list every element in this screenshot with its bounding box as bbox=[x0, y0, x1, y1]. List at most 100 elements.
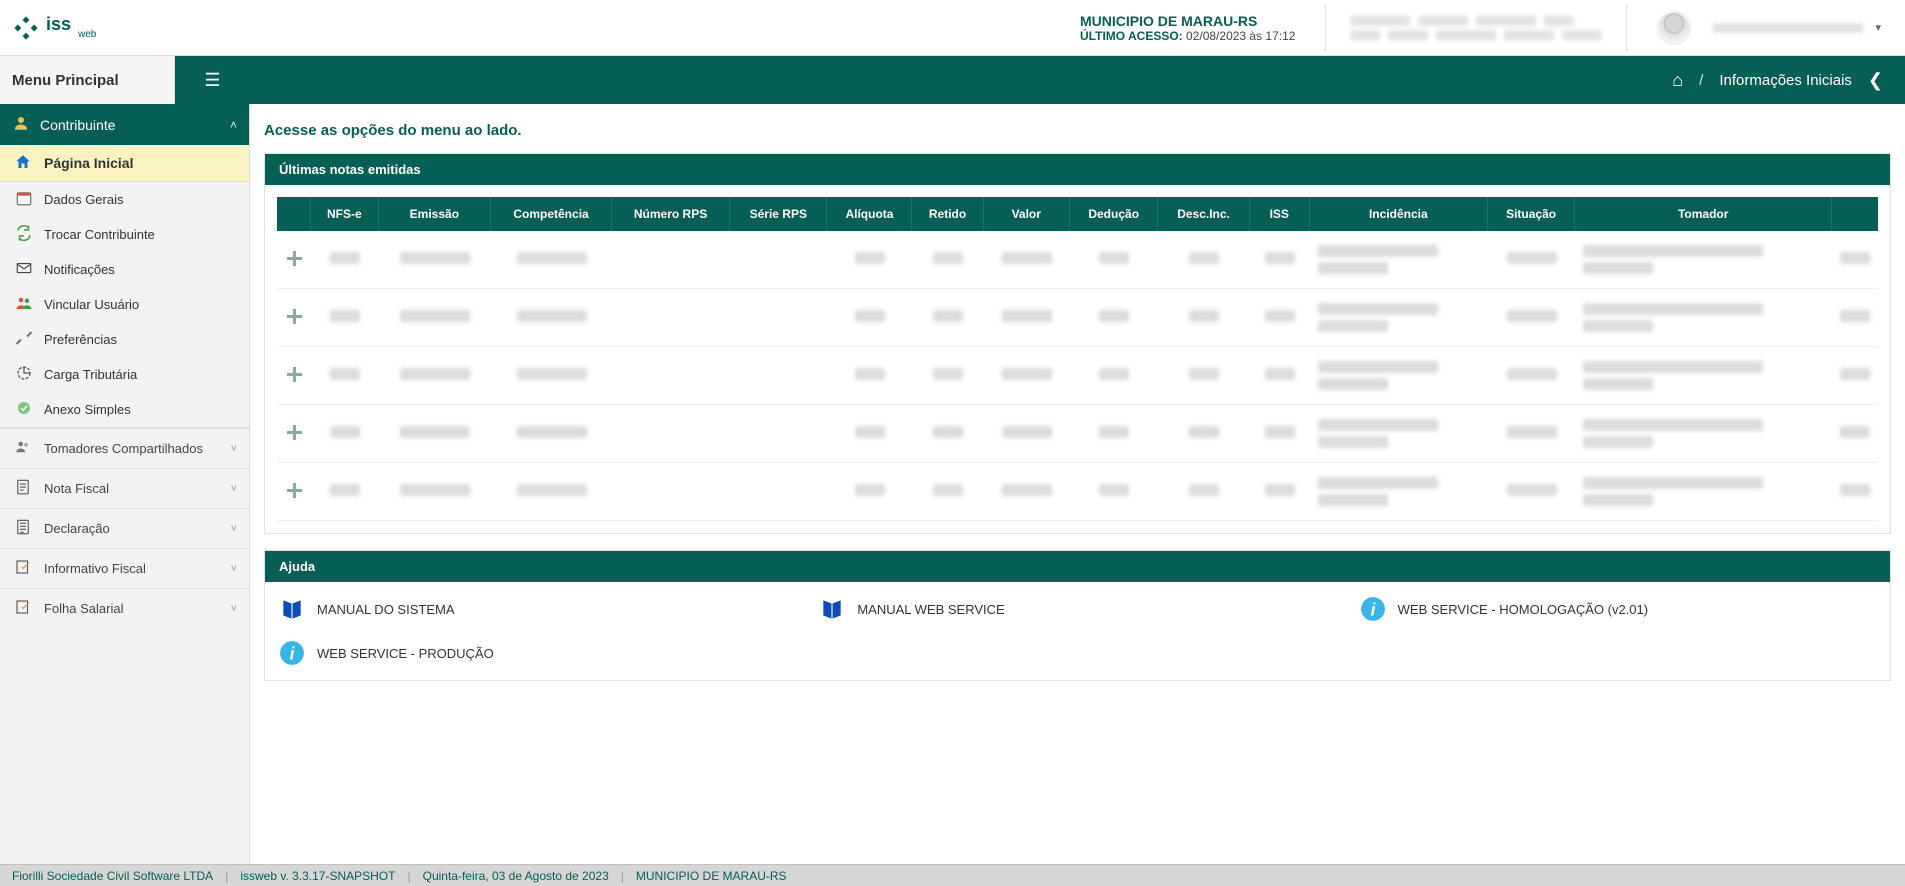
redacted-cell bbox=[1507, 252, 1557, 264]
last-access-value: 02/08/2023 às 17:12 bbox=[1186, 29, 1295, 43]
sidebar-item-vincular-usuario[interactable]: Vincular Usuário bbox=[0, 287, 249, 322]
expand-icon[interactable] bbox=[285, 481, 303, 499]
hamburger-icon: ☰ bbox=[204, 70, 220, 91]
table-cell bbox=[311, 405, 379, 463]
sidebar-section-nota-fiscal[interactable]: Nota Fiscal ˅ bbox=[0, 468, 249, 508]
footer-municipio: MUNICIPIO DE MARAU-RS bbox=[636, 869, 787, 883]
sidebar: Contribuinte ˄ Página Inicial Dados Gera… bbox=[0, 104, 250, 864]
table-cell bbox=[1832, 405, 1878, 463]
redacted-cell bbox=[1002, 484, 1052, 496]
sidebar-item-label: Vincular Usuário bbox=[44, 297, 139, 312]
chevron-down-icon: ˅ bbox=[231, 563, 237, 575]
table-cell bbox=[1832, 347, 1878, 405]
help-link[interactable]: iWEB SERVICE - PRODUÇÃO bbox=[277, 638, 797, 668]
main-content: Acesse as opções do menu ao lado. Última… bbox=[250, 104, 1905, 864]
sidebar-item-carga-tributaria[interactable]: Carga Tributária bbox=[0, 357, 249, 392]
redacted-username bbox=[1699, 8, 1859, 48]
sidebar-section-tomadores[interactable]: Tomadores Compartilhados ˅ bbox=[0, 428, 249, 468]
redacted-cell bbox=[1265, 426, 1295, 438]
list-icon bbox=[12, 518, 34, 539]
table-row[interactable] bbox=[277, 405, 1878, 463]
sidebar-item-dados-gerais[interactable]: Dados Gerais bbox=[0, 182, 249, 217]
redacted-cell bbox=[933, 310, 963, 322]
table-cell bbox=[827, 347, 912, 405]
person-icon bbox=[12, 114, 30, 135]
table-header: Desc.Inc. bbox=[1158, 197, 1249, 231]
sidebar-item-anexo-simples[interactable]: Anexo Simples bbox=[0, 392, 249, 428]
redacted-cell bbox=[1189, 426, 1219, 438]
user-menu[interactable]: ▾ bbox=[1647, 8, 1893, 48]
table-row[interactable] bbox=[277, 463, 1878, 521]
redacted-cell bbox=[933, 368, 963, 380]
table-cell bbox=[1310, 347, 1488, 405]
table-row[interactable] bbox=[277, 231, 1878, 289]
table-cell bbox=[1158, 463, 1249, 521]
chevron-left-icon[interactable]: ❮ bbox=[1868, 70, 1883, 91]
table-cell bbox=[912, 463, 983, 521]
expand-icon[interactable] bbox=[285, 365, 303, 383]
panel-title: Últimas notas emitidas bbox=[265, 154, 1890, 185]
redacted-cell bbox=[400, 426, 470, 438]
table-cell bbox=[1310, 231, 1488, 289]
chevron-up-icon: ˄ bbox=[230, 118, 237, 132]
table-cell bbox=[612, 405, 730, 463]
table-cell bbox=[612, 347, 730, 405]
table-cell bbox=[1310, 289, 1488, 347]
expand-icon[interactable] bbox=[285, 249, 303, 267]
sidebar-item-label: Notificações bbox=[44, 262, 115, 277]
redacted-cell bbox=[855, 368, 885, 380]
last-access: ÚLTIMO ACESSO: 02/08/2023 às 17:12 bbox=[1080, 29, 1295, 43]
expand-icon[interactable] bbox=[285, 423, 303, 441]
table-header: Número RPS bbox=[612, 197, 730, 231]
table-cell bbox=[1158, 405, 1249, 463]
sidebar-section-folha-salarial[interactable]: Folha Salarial ˅ bbox=[0, 588, 249, 628]
sidebar-item-trocar-contribuinte[interactable]: Trocar Contribuinte bbox=[0, 217, 249, 252]
footer-separator: | bbox=[621, 869, 624, 883]
sidebar-item-pagina-inicial[interactable]: Página Inicial bbox=[0, 145, 249, 182]
sidebar-section-informativo-fiscal[interactable]: Informativo Fiscal ˅ bbox=[0, 548, 249, 588]
redacted-cell bbox=[330, 426, 360, 438]
redacted-cell bbox=[1189, 484, 1219, 496]
table-row[interactable] bbox=[277, 289, 1878, 347]
group-icon bbox=[12, 438, 34, 459]
info-icon: i bbox=[277, 638, 307, 668]
expand-icon[interactable] bbox=[285, 307, 303, 325]
help-link[interactable]: iWEB SERVICE - HOMOLOGAÇÃO (v2.01) bbox=[1358, 594, 1878, 624]
sidebar-section-contribuinte[interactable]: Contribuinte ˄ bbox=[0, 104, 249, 145]
table-row[interactable] bbox=[277, 347, 1878, 405]
table-header: Dedução bbox=[1070, 197, 1159, 231]
table-header bbox=[277, 197, 311, 231]
home-icon bbox=[14, 153, 32, 174]
sidebar-item-label: Dados Gerais bbox=[44, 192, 123, 207]
vertical-separator bbox=[1626, 5, 1627, 51]
logo: iss web bbox=[12, 14, 96, 42]
sidebar-item-notificacoes[interactable]: Notificações bbox=[0, 252, 249, 287]
help-link[interactable]: MANUAL WEB SERVICE bbox=[817, 594, 1337, 624]
table-cell bbox=[1488, 347, 1576, 405]
redacted-cell bbox=[1318, 477, 1480, 506]
chevron-down-icon: ▾ bbox=[1875, 21, 1881, 34]
top-header: iss web MUNICIPIO DE MARAU-RS ÚLTIMO ACE… bbox=[0, 0, 1905, 56]
menu-toggle-button[interactable]: ☰ bbox=[175, 56, 250, 104]
sidebar-section-label: Nota Fiscal bbox=[44, 481, 109, 496]
redacted-cell bbox=[1507, 426, 1557, 438]
table-cell bbox=[1250, 463, 1310, 521]
sidebar-item-preferencias[interactable]: Preferências bbox=[0, 322, 249, 357]
table-cell bbox=[1250, 231, 1310, 289]
redacted-cell bbox=[517, 310, 587, 322]
sidebar-section-declaracao[interactable]: Declaração ˅ bbox=[0, 508, 249, 548]
logo-title: iss bbox=[46, 14, 71, 34]
sidebar-item-label: Carga Tributária bbox=[44, 367, 137, 382]
table-cell bbox=[1158, 347, 1249, 405]
home-icon[interactable]: ⌂ bbox=[1672, 70, 1683, 91]
sidebar-item-label: Preferências bbox=[44, 332, 117, 347]
help-link[interactable]: MANUAL DO SISTEMA bbox=[277, 594, 797, 624]
table-header: Alíquota bbox=[827, 197, 912, 231]
breadcrumb-separator: / bbox=[1699, 72, 1703, 89]
table-cell bbox=[1158, 231, 1249, 289]
page-hint: Acesse as opções do menu ao lado. bbox=[264, 122, 1891, 139]
table-cell bbox=[1488, 463, 1576, 521]
table-header: Tomador bbox=[1575, 197, 1832, 231]
table-cell bbox=[1832, 289, 1878, 347]
redacted-cell bbox=[517, 368, 587, 380]
